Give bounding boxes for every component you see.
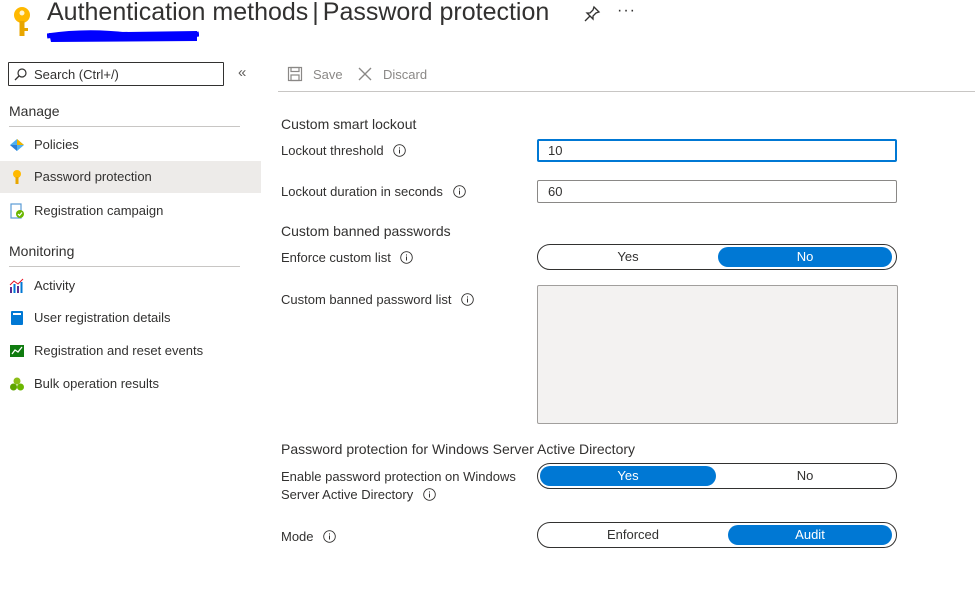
- field-label-text-line2: Server Active Directory: [281, 486, 516, 504]
- toggle-option-yes[interactable]: Yes: [540, 466, 716, 486]
- save-icon: [287, 66, 303, 82]
- search-icon: [14, 68, 27, 81]
- section-title-smart-lockout: Custom smart lockout: [281, 116, 417, 132]
- info-icon[interactable]: [393, 144, 407, 157]
- toggle-option-no[interactable]: No: [718, 466, 892, 486]
- sidebar-item-label: Registration and reset events: [34, 343, 204, 358]
- enforce-custom-list-label: Enforce custom list: [281, 249, 414, 267]
- info-icon[interactable]: [452, 185, 466, 198]
- search-placeholder: Search (Ctrl+/): [34, 67, 119, 82]
- activity-chart-icon: [9, 278, 24, 293]
- sidebar-item-label: Bulk operation results: [34, 376, 160, 391]
- page-title-main: Authentication methods: [47, 0, 309, 26]
- sidebar-item-user-registration-details[interactable]: User registration details: [0, 302, 261, 334]
- key-icon: [14, 7, 30, 36]
- discard-button[interactable]: Discard: [357, 63, 433, 85]
- redaction-scribble: [47, 30, 199, 42]
- policies-icon: [10, 139, 24, 151]
- page-title-sub: Password protection: [322, 0, 550, 26]
- enable-protection-toggle[interactable]: Yes No: [537, 463, 897, 489]
- sidebar-item-registration-campaign[interactable]: Registration campaign: [0, 195, 261, 227]
- events-icon: [10, 345, 24, 357]
- toggle-option-enforced[interactable]: Enforced: [540, 525, 726, 545]
- info-icon[interactable]: [423, 488, 436, 501]
- enable-protection-label: Enable password protection on Windows Se…: [281, 468, 516, 504]
- sidebar: Search (Ctrl+/) « Manage Policies Passwo…: [0, 50, 262, 605]
- toolbar-divider: [278, 91, 975, 92]
- discard-label: Discard: [383, 67, 428, 82]
- section-divider: [9, 266, 240, 267]
- field-label-text: Mode: [281, 529, 314, 544]
- section-divider: [9, 126, 240, 127]
- lockout-threshold-label: Lockout threshold: [281, 142, 407, 160]
- field-label-text: Lockout duration in seconds: [281, 184, 443, 199]
- sidebar-item-bulk-operation-results[interactable]: Bulk operation results: [0, 368, 261, 400]
- bulk-operation-icon: [10, 377, 24, 391]
- key-icon: [13, 170, 21, 184]
- sidebar-item-label: Policies: [34, 137, 79, 152]
- field-label-text: Enable password protection on Windows: [281, 469, 516, 484]
- toggle-option-no[interactable]: No: [718, 247, 892, 267]
- sidebar-item-registration-and-reset-events[interactable]: Registration and reset events: [0, 335, 261, 367]
- info-icon[interactable]: [323, 530, 336, 543]
- sidebar-item-label: Activity: [34, 278, 76, 293]
- lockout-duration-input[interactable]: 60: [537, 180, 897, 203]
- field-label-text: Custom banned password list: [281, 292, 452, 307]
- title-separator: |: [312, 0, 319, 26]
- sidebar-item-label: Registration campaign: [34, 203, 164, 218]
- banned-password-list-label: Custom banned password list: [281, 291, 474, 309]
- save-label: Save: [313, 67, 343, 82]
- toggle-option-yes[interactable]: Yes: [540, 247, 716, 267]
- info-icon[interactable]: [461, 293, 474, 306]
- mode-label: Mode: [281, 528, 336, 546]
- lockout-duration-label: Lockout duration in seconds: [281, 183, 466, 201]
- field-label-text: Lockout threshold: [281, 143, 384, 158]
- mode-toggle[interactable]: Enforced Audit: [537, 522, 897, 548]
- section-title-windows-ad: Password protection for Windows Server A…: [281, 441, 636, 457]
- sidebar-item-label: User registration details: [34, 310, 171, 325]
- sidebar-item-activity[interactable]: Activity: [0, 270, 261, 302]
- section-title-manage: Manage: [9, 103, 60, 119]
- save-button[interactable]: Save: [287, 63, 347, 85]
- registration-campaign-icon: [10, 203, 24, 219]
- close-icon: [358, 67, 372, 81]
- info-icon[interactable]: [400, 251, 414, 264]
- user-details-icon: [11, 311, 23, 325]
- collapse-sidebar-icon[interactable]: «: [238, 64, 246, 81]
- pin-icon[interactable]: [583, 5, 601, 23]
- section-title-monitoring: Monitoring: [9, 243, 75, 259]
- page-title: Authentication methods | Password protecti…: [47, 0, 549, 27]
- toggle-option-audit[interactable]: Audit: [728, 525, 892, 545]
- search-input[interactable]: Search (Ctrl+/): [8, 62, 224, 86]
- enforce-custom-list-toggle[interactable]: Yes No: [537, 244, 897, 270]
- field-label-text: Enforce custom list: [281, 250, 391, 265]
- page-header: Authentication methods | Password protecti…: [0, 0, 975, 50]
- section-title-banned-passwords: Custom banned passwords: [281, 223, 451, 239]
- lockout-threshold-input[interactable]: 10: [537, 139, 897, 162]
- banned-password-list-textarea[interactable]: [537, 285, 898, 424]
- more-options-icon[interactable]: ···: [617, 2, 636, 20]
- sidebar-item-label: Password protection: [34, 169, 152, 184]
- sidebar-item-password-protection[interactable]: Password protection: [0, 161, 261, 193]
- sidebar-item-policies[interactable]: Policies: [0, 129, 261, 161]
